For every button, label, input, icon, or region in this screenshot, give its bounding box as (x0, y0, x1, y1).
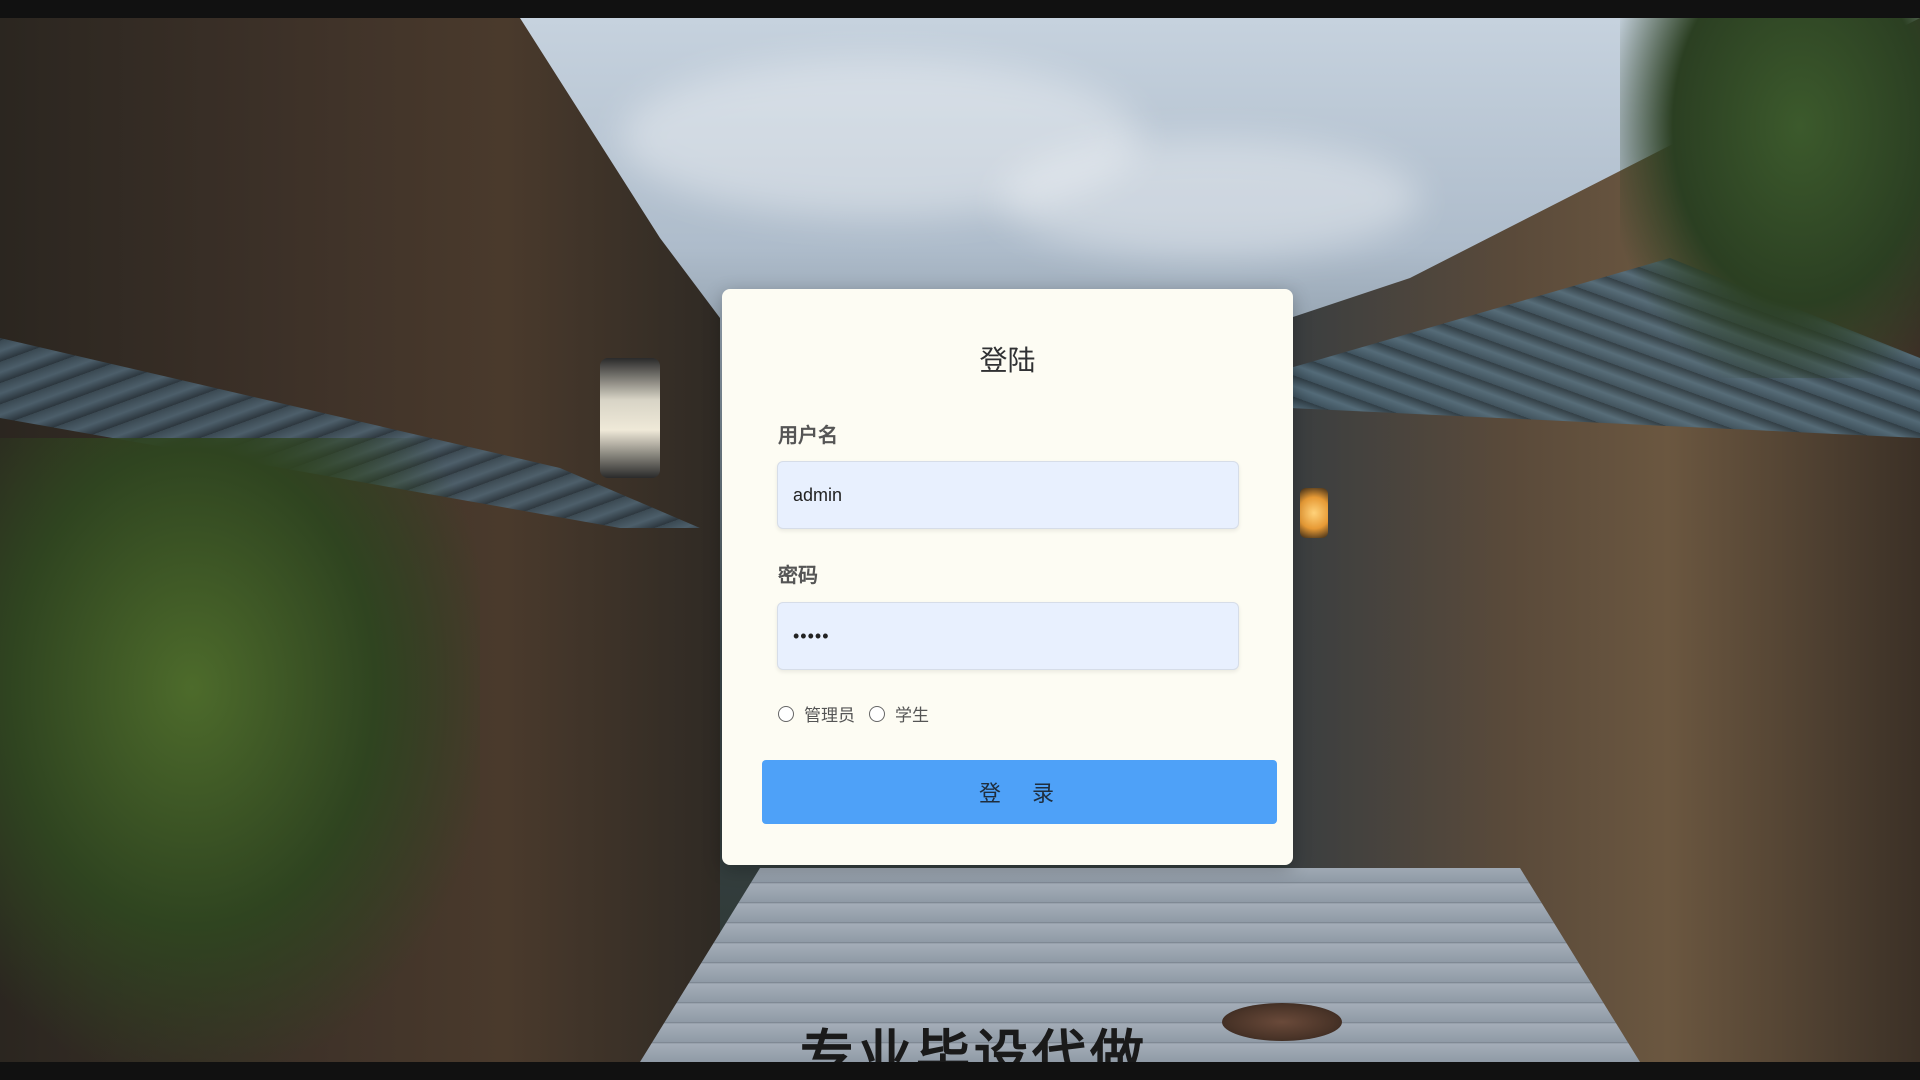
cloud (1000, 138, 1420, 258)
manhole-cover (1222, 1003, 1342, 1041)
password-input[interactable] (777, 602, 1239, 670)
top-letterbox (0, 0, 1920, 18)
radio-icon[interactable] (869, 705, 885, 722)
street-lamp-left (600, 358, 660, 478)
bottom-letterbox (0, 1062, 1920, 1080)
password-label: 密码 (778, 563, 818, 587)
left-foliage (0, 438, 480, 1062)
role-selector: 管理员 学生 (778, 701, 929, 726)
street-lamp-right (1300, 488, 1328, 538)
role-option-student[interactable]: 学生 (869, 701, 929, 726)
role-label-admin: 管理员 (804, 706, 855, 726)
role-option-admin[interactable]: 管理员 (778, 701, 855, 726)
radio-icon[interactable] (778, 705, 794, 722)
username-label: 用户名 (778, 423, 838, 447)
login-title: 登陆 (979, 344, 1036, 377)
login-button[interactable]: 登 录 (762, 760, 1277, 824)
username-input[interactable] (777, 461, 1239, 529)
right-tree (1620, 18, 1920, 378)
role-label-student: 学生 (895, 706, 929, 726)
login-card: 登陆 用户名 密码 管理员 学生 登 录 (722, 289, 1293, 865)
